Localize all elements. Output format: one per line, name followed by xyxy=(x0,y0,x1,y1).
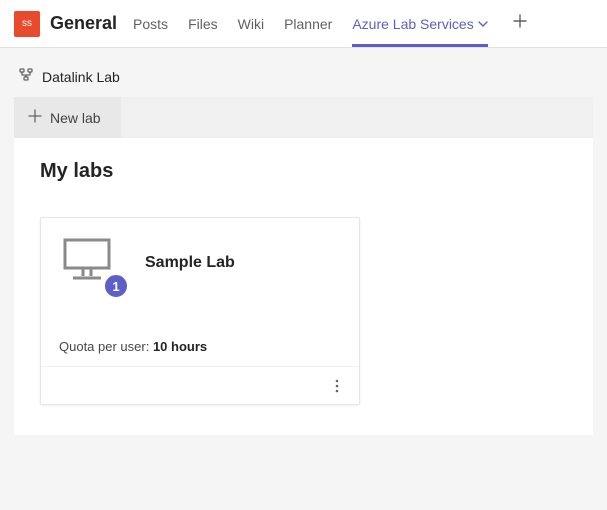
lab-card-header: 1 Sample Lab xyxy=(59,236,341,289)
quota-label: Quota per user: xyxy=(59,339,153,354)
tab-azure-lab-services[interactable]: Azure Lab Services xyxy=(352,0,487,47)
lab-account-breadcrumb: Datalink Lab xyxy=(0,48,607,97)
chevron-down-icon xyxy=(478,16,488,32)
team-avatar: ss xyxy=(14,11,40,37)
toolbar: New lab xyxy=(14,97,593,138)
kebab-icon xyxy=(335,379,339,393)
channel-name: General xyxy=(50,13,117,34)
tab-files[interactable]: Files xyxy=(188,0,218,47)
quota-value: 10 hours xyxy=(153,339,207,354)
add-tab-button[interactable] xyxy=(508,13,532,34)
plus-icon xyxy=(512,13,528,29)
lab-name: Sample Lab xyxy=(145,254,235,272)
lab-account-name[interactable]: Datalink Lab xyxy=(42,69,120,85)
new-lab-button[interactable]: New lab xyxy=(14,97,121,138)
tab-wiki[interactable]: Wiki xyxy=(238,0,264,47)
lab-vm-graphic: 1 xyxy=(59,236,119,289)
plus-icon xyxy=(28,109,42,126)
lab-card[interactable]: 1 Sample Lab Quota per user: 10 hours xyxy=(40,217,360,405)
lab-account-icon xyxy=(18,68,34,85)
more-options-button[interactable] xyxy=(325,374,349,398)
tab-posts[interactable]: Posts xyxy=(133,0,168,47)
lab-card-footer xyxy=(41,366,359,404)
channel-tabs: Posts Files Wiki Planner Azure Lab Servi… xyxy=(133,0,532,47)
tab-label: Azure Lab Services xyxy=(352,16,473,32)
new-lab-label: New lab xyxy=(50,110,101,126)
labs-list-panel: My labs 1 Sample Lab Quota per user: 10 … xyxy=(14,138,593,435)
tab-planner[interactable]: Planner xyxy=(284,0,332,47)
teams-channel-header: ss General Posts Files Wiki Planner Azur… xyxy=(0,0,607,48)
section-title: My labs xyxy=(40,160,567,183)
quota-text: Quota per user: 10 hours xyxy=(59,339,341,366)
lab-services-panel: New lab My labs 1 Sample Lab Quota per u… xyxy=(14,97,593,435)
vm-count-badge: 1 xyxy=(103,273,129,299)
